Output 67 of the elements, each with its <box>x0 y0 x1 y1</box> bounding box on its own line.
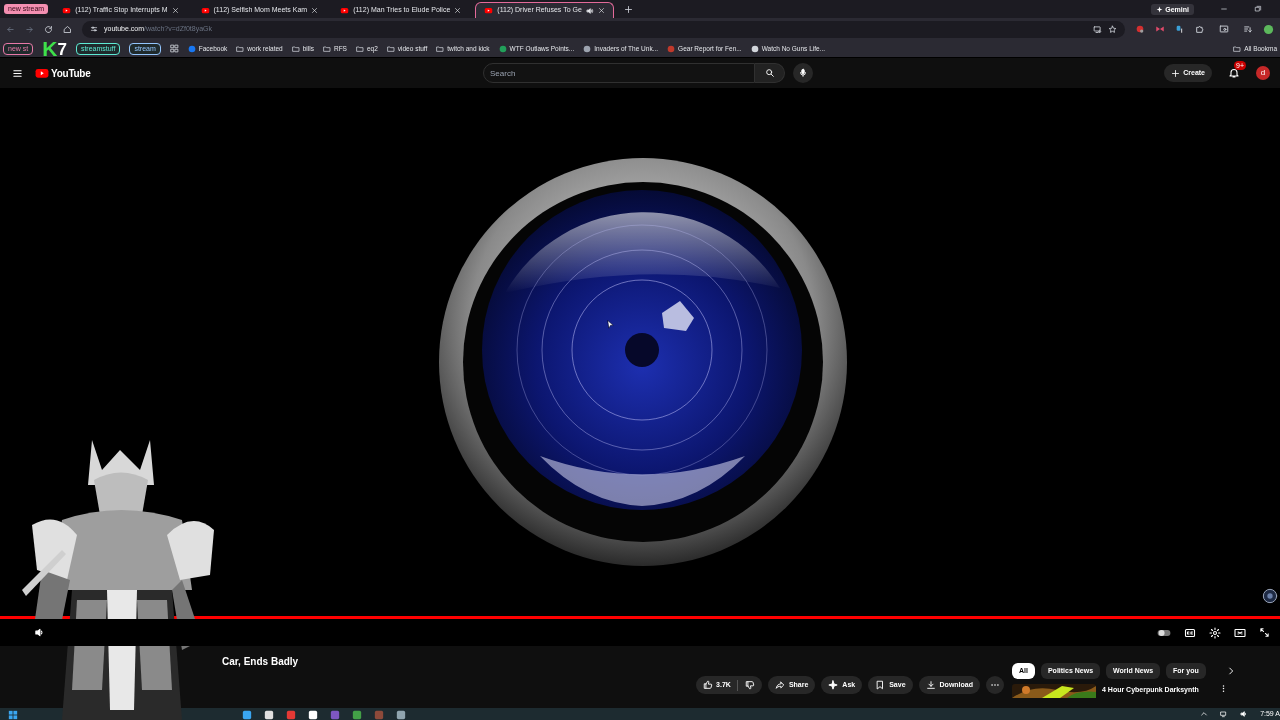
logo-letter: K <box>42 39 58 58</box>
thumbs-down-icon <box>744 680 755 690</box>
youtube-logo[interactable]: YouTube <box>35 65 91 81</box>
folder-icon <box>322 44 331 53</box>
app-icon[interactable] <box>264 710 274 720</box>
download-icon <box>925 680 936 690</box>
microphone-icon <box>798 68 808 78</box>
voice-search-button[interactable] <box>793 63 813 83</box>
extension-icon[interactable] <box>1175 24 1185 34</box>
thumbs-up-icon <box>703 680 714 690</box>
folder-icon <box>436 44 445 53</box>
folder-icon <box>1233 44 1242 53</box>
star-icon[interactable] <box>1108 24 1117 34</box>
folder-icon <box>236 44 245 53</box>
user-avatar[interactable]: d <box>1256 66 1270 80</box>
new-tab-icon[interactable] <box>623 4 633 14</box>
play-logo-icon <box>35 66 49 80</box>
favicon-icon <box>62 5 72 15</box>
notifications-icon[interactable] <box>1228 67 1240 79</box>
search-field[interactable]: Search <box>483 63 755 83</box>
search-icon <box>764 68 775 78</box>
restore-icon[interactable] <box>1254 5 1262 13</box>
speaker-icon[interactable] <box>1240 710 1249 718</box>
close-icon[interactable] <box>311 6 319 14</box>
settings-icon[interactable] <box>1209 626 1221 639</box>
favicon-icon <box>340 5 350 15</box>
install-icon[interactable] <box>1093 24 1102 34</box>
back-icon[interactable] <box>6 24 15 34</box>
reload-icon[interactable] <box>44 24 53 34</box>
folder-icon <box>291 44 300 53</box>
site-info-icon[interactable] <box>90 25 98 33</box>
app-icon[interactable] <box>308 710 318 720</box>
plus-icon <box>1171 68 1181 78</box>
folder-icon <box>355 44 364 53</box>
sparkle-icon <box>1156 5 1164 13</box>
more-button[interactable] <box>986 676 1004 694</box>
profile-avatar-icon[interactable] <box>1263 23 1274 35</box>
volume-icon[interactable] <box>34 627 45 638</box>
extension-icon[interactable] <box>1135 24 1145 34</box>
folder-icon <box>386 44 395 53</box>
favicon-icon <box>200 5 210 15</box>
forward-icon[interactable] <box>25 24 34 34</box>
windows-start-icon[interactable] <box>8 710 18 720</box>
theater-mode-icon[interactable] <box>1234 626 1246 639</box>
close-icon[interactable] <box>171 6 179 14</box>
extension-icon[interactable] <box>1155 24 1165 34</box>
tab-search-icon[interactable] <box>1219 24 1229 34</box>
favicon-icon <box>484 6 494 15</box>
sparkle-icon <box>828 680 839 690</box>
network-icon[interactable] <box>1220 710 1229 718</box>
puzzle-icon[interactable] <box>1195 24 1205 34</box>
captions-icon[interactable] <box>1184 626 1196 639</box>
close-icon[interactable] <box>454 6 462 14</box>
minimize-icon[interactable] <box>1220 5 1228 13</box>
chevron-up-icon[interactable] <box>1200 710 1209 718</box>
apps-grid-icon[interactable] <box>169 44 179 53</box>
close-icon[interactable] <box>597 7 605 14</box>
home-icon[interactable] <box>63 24 72 34</box>
logo-digit: 7 <box>57 41 67 58</box>
video-title: Car, Ends Badly <box>221 655 300 669</box>
bookmark-icon <box>875 680 886 690</box>
share-icon <box>774 680 785 690</box>
speaker-icon[interactable] <box>585 6 594 15</box>
search-button[interactable] <box>755 63 785 83</box>
fullscreen-icon[interactable] <box>1259 627 1270 638</box>
reading-list-icon[interactable] <box>1243 24 1253 34</box>
menu-icon[interactable] <box>12 67 23 79</box>
